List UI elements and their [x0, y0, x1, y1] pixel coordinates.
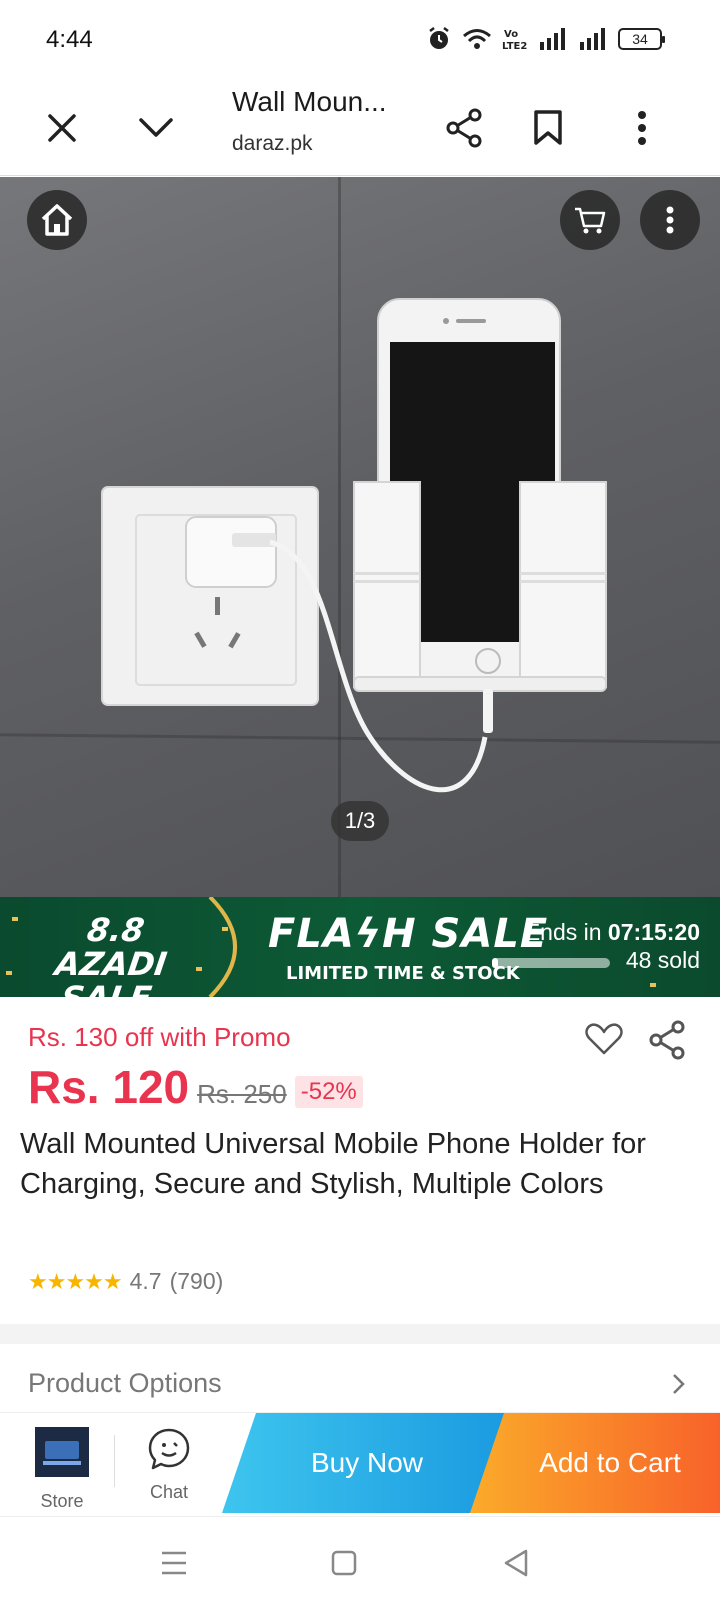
campaign-logo: 8.8 AZADI SALE	[29, 911, 193, 997]
confetti	[650, 983, 656, 987]
close-button[interactable]	[32, 98, 92, 158]
section-divider	[0, 1324, 720, 1344]
browser-toolbar: Wall Moun... daraz.pk	[0, 80, 720, 176]
recents-button[interactable]	[156, 1545, 192, 1581]
system-navigation-bar	[0, 1516, 720, 1604]
sold-progress-bar	[492, 958, 610, 968]
star-rating-icon: ★★★★★	[28, 1268, 123, 1294]
buy-now-button[interactable]: Buy Now	[222, 1413, 512, 1513]
sold-progress-fill	[492, 958, 498, 968]
svg-text:LTE2: LTE2	[502, 41, 527, 51]
battery-level: 34	[632, 31, 648, 47]
banner-arc	[208, 897, 237, 997]
page-domain: daraz.pk	[232, 132, 313, 155]
add-to-cart-button[interactable]: Add to Cart	[470, 1413, 720, 1513]
chevron-right-icon[interactable]	[672, 1370, 686, 1402]
separator	[114, 1435, 115, 1487]
signal-icon	[580, 28, 605, 50]
browser-menu-button[interactable]	[612, 98, 672, 158]
svg-text:Vo: Vo	[504, 29, 518, 40]
store-label: Store	[40, 1491, 84, 1511]
wishlist-button[interactable]	[585, 1022, 625, 1062]
chat-label: Chat	[149, 1482, 189, 1502]
page-title: Wall Moun...	[232, 86, 387, 117]
product-options-label[interactable]: Product Options	[28, 1368, 222, 1399]
countdown-timer: 07:15:20	[607, 919, 700, 945]
product-photo	[101, 298, 607, 793]
flash-sale-title: FLAϟH SALE	[268, 911, 549, 957]
flash-sale-subtitle: LIMITED TIME & STOCK	[286, 963, 520, 984]
review-count: (790)	[169, 1268, 224, 1294]
share-icon	[446, 108, 482, 148]
close-icon	[48, 114, 76, 142]
volte-icon: VoLTE2	[502, 29, 527, 51]
chat-icon	[148, 1428, 190, 1470]
heart-icon	[585, 1023, 623, 1055]
wifi-icon	[463, 29, 491, 49]
share-button[interactable]	[434, 98, 494, 158]
signal-icon	[540, 28, 565, 50]
promo-text[interactable]: Rs. 130 off with Promo	[28, 1022, 291, 1053]
countdown-label: Ends in	[524, 919, 602, 945]
alarm-icon	[429, 27, 449, 49]
menu-icon	[162, 1551, 186, 1575]
campaign-line-1: 8.8 AZADI	[52, 911, 170, 983]
product-share-button[interactable]	[648, 1020, 688, 1060]
home-icon	[41, 204, 73, 236]
flash-sale-banner[interactable]: 8.8 AZADI SALE FLAϟH SALE LIMITED TIME &…	[0, 897, 720, 997]
gallery-more-button[interactable]	[640, 190, 700, 250]
chevron-down-icon	[139, 118, 173, 137]
bookmark-button[interactable]	[518, 98, 578, 158]
cart-button[interactable]	[560, 190, 620, 250]
product-title: Wall Mounted Universal Mobile Phone Hold…	[20, 1128, 646, 1200]
status-time: 4:44	[46, 26, 93, 53]
product-image[interactable]: 1/3	[0, 177, 720, 897]
sold-count: 48 sold	[625, 947, 700, 973]
collapse-button[interactable]	[126, 98, 186, 158]
system-back-button[interactable]	[498, 1545, 534, 1581]
status-bar: 4:44 Vo LTE2 34	[0, 0, 720, 80]
more-vertical-icon	[666, 206, 674, 234]
home-button[interactable]	[27, 190, 87, 250]
confetti	[12, 917, 18, 921]
chat-button[interactable]: Chat	[140, 1427, 198, 1503]
store-button[interactable]: Store	[34, 1427, 90, 1512]
discount-badge: -52%	[294, 1076, 363, 1108]
system-home-button[interactable]	[326, 1545, 362, 1581]
confetti	[6, 971, 12, 975]
more-vertical-icon	[638, 111, 646, 145]
price-row: Rs. 120 Rs. 250 -52%	[28, 1060, 363, 1114]
store-logo	[35, 1427, 89, 1477]
cart-icon	[575, 207, 606, 234]
square-icon	[331, 1550, 357, 1576]
countdown: Ends in 07:15:20	[525, 919, 700, 946]
bookmark-icon	[534, 110, 562, 145]
back-triangle-icon	[504, 1549, 528, 1577]
rating-row[interactable]: ★★★★★ 4.7 (790)	[28, 1268, 223, 1295]
original-price: Rs. 250	[197, 1079, 287, 1109]
campaign-line-2: SALE	[29, 979, 184, 997]
image-counter: 1/3	[331, 801, 389, 841]
bottom-action-bar: Store Chat Buy Now Add to Cart	[0, 1412, 720, 1516]
battery-icon: 34	[618, 28, 665, 50]
current-price: Rs. 120	[28, 1061, 190, 1113]
share-icon	[649, 1020, 685, 1060]
rating-value: 4.7	[129, 1268, 162, 1294]
status-icons: Vo LTE2 34	[426, 26, 665, 52]
